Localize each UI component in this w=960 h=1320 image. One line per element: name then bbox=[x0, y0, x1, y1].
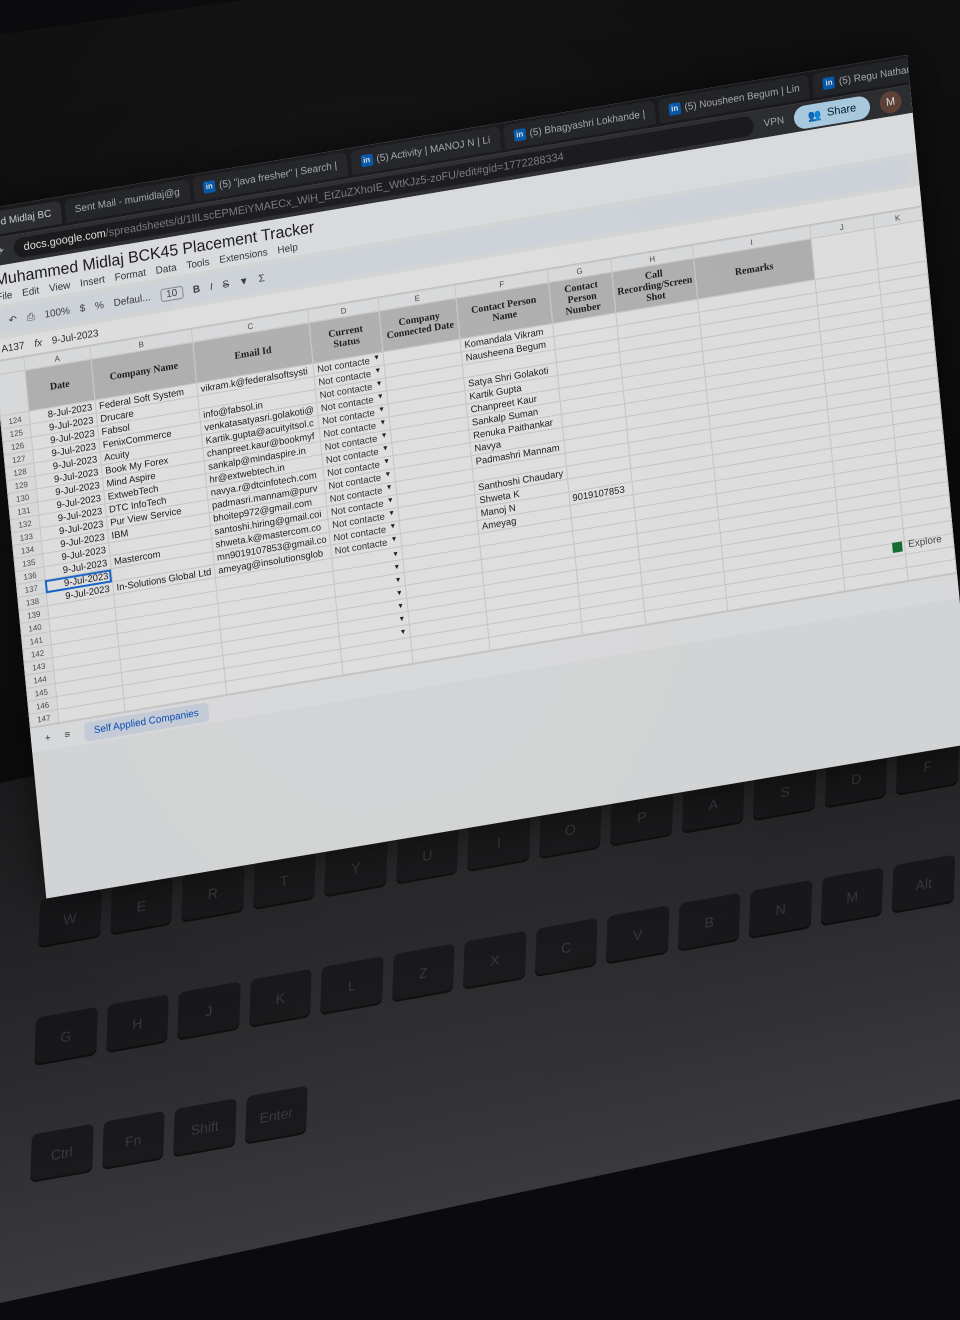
print-icon[interactable]: ⎙ bbox=[26, 311, 35, 323]
dropdown-caret-icon[interactable]: ▼ bbox=[387, 496, 395, 508]
keyboard-key: Enter bbox=[244, 1085, 308, 1146]
keyboard-key: C bbox=[534, 917, 598, 977]
dropdown-caret-icon[interactable]: ▼ bbox=[383, 457, 391, 469]
menu-item[interactable]: Tools bbox=[186, 257, 210, 272]
share-label: Share bbox=[826, 102, 857, 119]
dropdown-caret-icon[interactable]: ▼ bbox=[375, 379, 383, 391]
cell-reference[interactable]: A137 bbox=[1, 340, 25, 355]
font-select[interactable]: Defaul... bbox=[113, 292, 151, 309]
menu-item[interactable]: File bbox=[0, 290, 13, 304]
keyboard-key: Alt bbox=[892, 854, 956, 914]
linkedin-icon: in bbox=[513, 127, 527, 142]
dropdown-caret-icon[interactable]: ▼ bbox=[388, 509, 396, 521]
avatar[interactable]: M bbox=[878, 89, 903, 116]
keyboard-key: Ctrl bbox=[30, 1123, 94, 1184]
linkedin-icon: in bbox=[202, 179, 216, 194]
filter-icon[interactable]: ▼ bbox=[238, 275, 249, 288]
dropdown-caret-icon[interactable]: ▼ bbox=[393, 563, 401, 571]
menu-item[interactable]: Insert bbox=[80, 274, 106, 289]
keyboard-key: Shift bbox=[173, 1098, 237, 1158]
linkedin-icon: in bbox=[668, 101, 682, 116]
dropdown-caret-icon[interactable]: ▼ bbox=[397, 602, 405, 610]
menu-item[interactable]: Edit bbox=[22, 285, 40, 299]
dropdown-caret-icon[interactable]: ▼ bbox=[398, 615, 406, 623]
people-icon: 👥 bbox=[807, 108, 822, 123]
dropdown-caret-icon[interactable]: ▼ bbox=[378, 405, 386, 417]
dropdown-caret-icon[interactable]: ▼ bbox=[392, 550, 400, 558]
keyboard-key: H bbox=[105, 993, 169, 1054]
undo-icon[interactable]: ↶ bbox=[8, 314, 17, 326]
linkedin-icon: in bbox=[822, 76, 836, 91]
dropdown-caret-icon[interactable]: ▼ bbox=[382, 444, 390, 456]
browser-tab-label: ed Midlaj BC bbox=[0, 207, 52, 229]
strikethrough-icon[interactable]: S bbox=[222, 278, 230, 290]
sum-icon[interactable]: Σ bbox=[258, 272, 265, 284]
italic-icon[interactable]: I bbox=[209, 281, 213, 292]
zoom-select[interactable]: 100% bbox=[44, 305, 70, 320]
dropdown-caret-icon[interactable]: ▼ bbox=[389, 522, 397, 534]
keyboard-key: M bbox=[820, 866, 884, 927]
keyboard-key: J bbox=[177, 981, 241, 1041]
linkedin-icon: in bbox=[360, 153, 374, 168]
keyboard-key: B bbox=[677, 892, 741, 952]
font-size-field[interactable]: 10 bbox=[159, 285, 184, 302]
keyboard-key: N bbox=[749, 879, 813, 939]
dropdown-caret-icon[interactable]: ▼ bbox=[394, 576, 402, 584]
add-sheet-icon[interactable]: + bbox=[44, 732, 51, 744]
menu-item[interactable]: Format bbox=[114, 267, 146, 283]
dropdown-caret-icon[interactable]: ▼ bbox=[373, 353, 381, 365]
dropdown-caret-icon[interactable]: ▼ bbox=[396, 589, 404, 597]
menu-item[interactable]: Data bbox=[155, 262, 177, 276]
dropdown-caret-icon[interactable]: ▼ bbox=[399, 628, 407, 636]
vpn-badge[interactable]: VPN bbox=[763, 115, 784, 129]
dropdown-caret-icon[interactable]: ▼ bbox=[374, 366, 382, 378]
keyboard-key: L bbox=[320, 955, 384, 1015]
dropdown-caret-icon[interactable]: ▼ bbox=[385, 483, 393, 495]
keyboard-key: Z bbox=[391, 943, 455, 1003]
dropdown-caret-icon[interactable]: ▼ bbox=[390, 535, 398, 547]
explore-icon bbox=[892, 540, 903, 553]
keyboard-key: G bbox=[34, 1006, 98, 1066]
formula-input[interactable]: 9-Jul-2023 bbox=[51, 328, 99, 347]
dropdown-caret-icon[interactable]: ▼ bbox=[384, 470, 392, 482]
menu-item[interactable]: View bbox=[49, 280, 71, 295]
keyboard-key: X bbox=[463, 930, 527, 990]
dropdown-caret-icon[interactable]: ▼ bbox=[379, 418, 387, 430]
menu-item[interactable]: Help bbox=[277, 242, 298, 256]
percent-icon[interactable]: % bbox=[95, 299, 105, 311]
currency-icon[interactable]: $ bbox=[79, 302, 86, 314]
dropdown-caret-icon[interactable]: ▼ bbox=[380, 431, 388, 443]
keyboard-key: K bbox=[248, 968, 312, 1028]
all-sheets-icon[interactable]: ≡ bbox=[64, 729, 71, 741]
row-number[interactable] bbox=[0, 370, 29, 416]
keyboard-key: Fn bbox=[101, 1111, 165, 1171]
dropdown-caret-icon[interactable]: ▼ bbox=[377, 392, 385, 404]
keyboard-key: V bbox=[606, 904, 670, 965]
fx-icon: fx bbox=[33, 337, 43, 350]
bold-icon[interactable]: B bbox=[192, 283, 200, 295]
reload-icon[interactable]: ⟳ bbox=[0, 244, 5, 260]
